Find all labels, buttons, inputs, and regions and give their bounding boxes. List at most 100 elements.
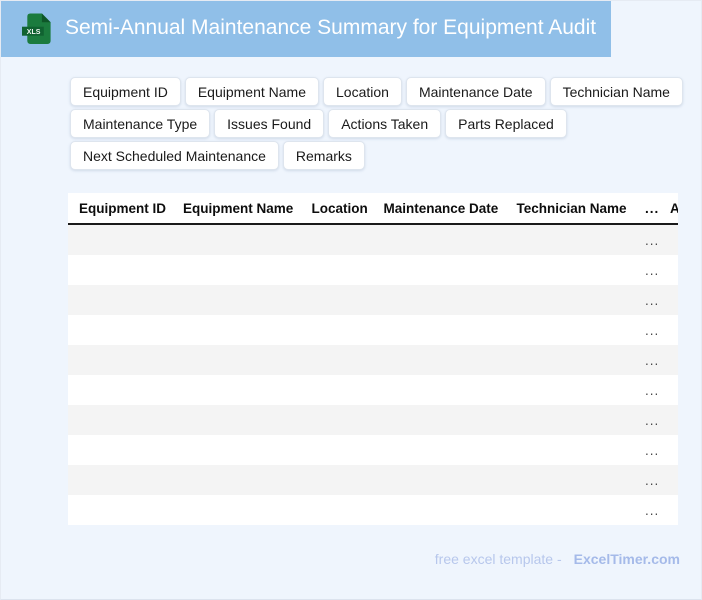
empty-cell [506, 435, 635, 465]
preview-table: Equipment ID Equipment Name Location Mainte… [67, 193, 678, 525]
empty-cell [301, 285, 374, 315]
empty-cell [173, 495, 302, 525]
empty-cell [67, 345, 173, 375]
empty-cell [660, 465, 678, 495]
empty-cell [173, 465, 302, 495]
footer-credit: free excel template - ExcelTimer.com [435, 549, 680, 569]
table-body: .............................. [67, 225, 678, 525]
empty-cell [301, 225, 374, 255]
field-chip-row: Equipment ID Equipment Name Location Mainte… [70, 77, 683, 106]
field-chip[interactable]: Equipment Name [184, 77, 319, 106]
empty-cell [373, 495, 507, 525]
ellipsis-cell: ... [635, 255, 660, 285]
empty-cell [373, 255, 507, 285]
field-chip[interactable]: Equipment ID [70, 77, 181, 106]
column-header: ... [635, 193, 660, 225]
field-chip-row: Maintenance Type Issues Found Actions Take… [70, 109, 683, 138]
field-chip[interactable]: Location [323, 77, 402, 106]
field-chip[interactable]: Technician Name [549, 77, 683, 106]
empty-cell [67, 435, 173, 465]
empty-cell [506, 405, 635, 435]
page-title: Semi-Annual Maintenance Summary for Equi… [65, 15, 597, 39]
table-row: ... [67, 255, 678, 285]
footer-credit-text: free excel template - [434, 551, 562, 567]
empty-cell [373, 465, 507, 495]
empty-cell [506, 225, 635, 255]
empty-cell [301, 435, 374, 465]
field-chip[interactable]: Maintenance Type [70, 109, 211, 138]
field-chip-row: Next Scheduled Maintenance Remarks [70, 141, 683, 170]
empty-cell [301, 255, 374, 285]
template-preview-page: XLS Semi-Annual Maintenance Summary for … [0, 0, 702, 600]
table-row: ... [67, 225, 678, 255]
empty-cell [67, 465, 173, 495]
table-row: ... [67, 495, 678, 525]
empty-cell [67, 375, 173, 405]
empty-cell [660, 225, 678, 255]
empty-cell [660, 405, 678, 435]
field-chip[interactable]: Maintenance Date [405, 77, 546, 106]
table-row: ... [67, 435, 678, 465]
column-header: Equipment ID [67, 193, 173, 225]
empty-cell [506, 465, 635, 495]
empty-cell [660, 495, 678, 525]
empty-cell [67, 255, 173, 285]
footer-brand-link[interactable]: ExcelTimer.com [574, 551, 680, 567]
empty-cell [301, 345, 374, 375]
empty-cell [660, 285, 678, 315]
empty-cell [660, 345, 678, 375]
table-row: ... [67, 315, 678, 345]
column-header: Maintenance Date [373, 193, 507, 225]
ellipsis-cell: ... [635, 435, 660, 465]
empty-cell [301, 495, 374, 525]
empty-cell [373, 405, 507, 435]
empty-cell [506, 345, 635, 375]
empty-cell [67, 285, 173, 315]
empty-cell [67, 315, 173, 345]
field-chip[interactable]: Actions Taken [328, 109, 442, 138]
empty-cell [67, 405, 173, 435]
ellipsis-cell: ... [635, 285, 660, 315]
empty-cell [373, 375, 507, 405]
empty-cell [660, 435, 678, 465]
ellipsis-cell: ... [635, 375, 660, 405]
table-row: ... [67, 345, 678, 375]
empty-cell [373, 435, 507, 465]
table-row: ... [67, 405, 678, 435]
empty-cell [660, 375, 678, 405]
table-header-row: Equipment ID Equipment Name Location Mainte… [67, 193, 678, 225]
empty-cell [506, 495, 635, 525]
empty-cell [506, 315, 635, 345]
empty-cell [301, 465, 374, 495]
ellipsis-cell: ... [635, 345, 660, 375]
ellipsis-cell: ... [635, 465, 660, 495]
column-header: A [660, 193, 678, 225]
xls-file-icon: XLS [21, 13, 51, 45]
field-chip[interactable]: Remarks [282, 141, 365, 170]
empty-cell [173, 405, 302, 435]
ellipsis-cell: ... [635, 315, 660, 345]
empty-cell [301, 315, 374, 345]
empty-cell [67, 225, 173, 255]
column-header: Technician Name [506, 193, 635, 225]
empty-cell [506, 375, 635, 405]
table-row: ... [67, 285, 678, 315]
column-header: Equipment Name [173, 193, 302, 225]
empty-cell [301, 375, 374, 405]
ellipsis-cell: ... [635, 225, 660, 255]
xls-icon-label: XLS [26, 29, 40, 36]
empty-cell [173, 255, 302, 285]
empty-cell [373, 285, 507, 315]
empty-cell [173, 285, 302, 315]
empty-cell [173, 225, 302, 255]
field-chip[interactable]: Issues Found [214, 109, 325, 138]
field-chip[interactable]: Parts Replaced [445, 109, 567, 138]
field-chip[interactable]: Next Scheduled Maintenance [70, 141, 279, 170]
empty-cell [660, 315, 678, 345]
empty-cell [173, 375, 302, 405]
empty-cell [506, 255, 635, 285]
empty-cell [173, 435, 302, 465]
empty-cell [301, 405, 374, 435]
empty-cell [67, 495, 173, 525]
column-header: Location [301, 193, 374, 225]
